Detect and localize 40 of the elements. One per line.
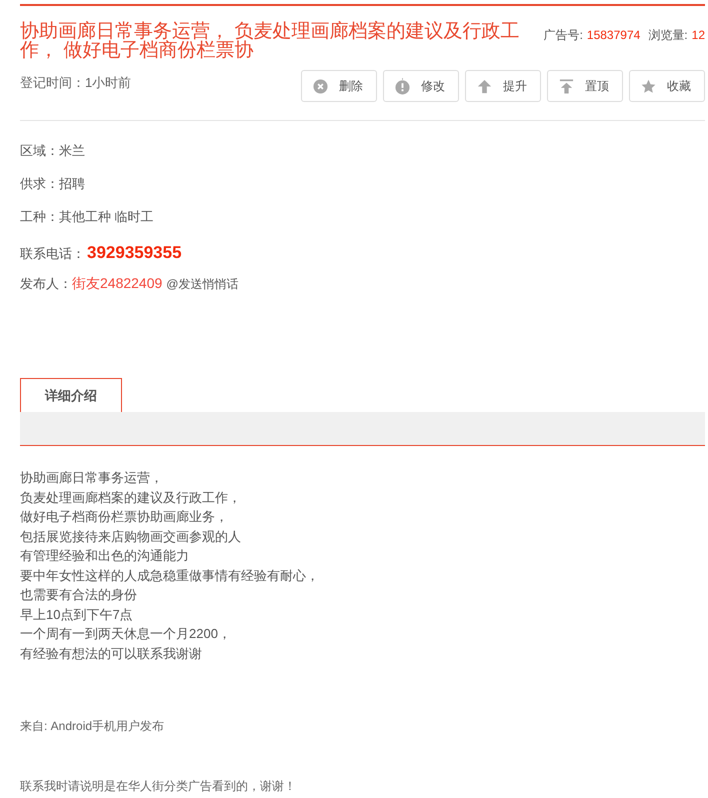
meta-value: 15837974 — [586, 27, 640, 44]
arrow-to-top-icon — [559, 78, 574, 94]
field-label: 供求： — [20, 175, 59, 193]
close-icon — [313, 78, 328, 94]
star-icon — [641, 78, 656, 94]
description-line: 做好电子档商份栏票协助画廊业务， — [20, 508, 229, 526]
action-button[interactable]: 删除 — [301, 70, 377, 102]
posted-time: 登记时间：1小时前 — [20, 74, 132, 92]
description-line: 有管理经验和出色的沟通能力 — [20, 547, 190, 565]
contact-notice: 联系我时请说明是在华人街分类广告看到的，谢谢！ — [20, 778, 297, 795]
description-line: 一个周有一到两天休息一个月2200， — [20, 625, 232, 643]
arrow-up-icon — [477, 78, 492, 94]
description-line: 要中年女性这样的人成急稳重做事情有经验有耐心， — [20, 566, 320, 584]
description-line: 也需要有合法的身份 — [20, 586, 138, 604]
description-line: 包括展览接待来店购物画交画参观的人 — [20, 528, 242, 546]
phone-number: 3929359355 — [87, 242, 182, 264]
description-line: 有经验有想法的可以联系我谢谢 — [20, 644, 203, 662]
field-label: 工种： — [20, 208, 59, 226]
meta-label: 广告号: — [544, 27, 583, 44]
meta-label: 浏览量: — [648, 27, 688, 44]
description-line: 协助画廊日常事务运营， — [20, 469, 164, 487]
meta-value: 12 — [692, 27, 705, 44]
action-button[interactable]: 修改 — [383, 70, 459, 102]
publisher-link[interactable]: 街友24822409 — [72, 273, 162, 294]
post-title: 协助画廊日常事务运营， 负麦处理画廊档案的建议及行政工作， 做好电子档商份栏票协 — [20, 22, 520, 60]
field-value: 其他工种 临时工 — [59, 208, 154, 226]
description-line: 负麦处理画廊档案的建议及行政工作， — [20, 488, 242, 506]
field-label: 发布人： — [20, 275, 72, 293]
source-note: 来自: Android手机用户发布 — [20, 718, 166, 735]
field-value: 招聘 — [59, 175, 85, 193]
action-button[interactable]: 提升 — [465, 70, 541, 102]
action-button[interactable]: 置顶 — [547, 70, 623, 102]
field-value: 米兰 — [59, 142, 85, 160]
field-label: 区域： — [20, 142, 59, 160]
description-line: 早上10点到下午7点 — [20, 606, 134, 624]
tab[interactable]: 详细介绍 — [20, 378, 122, 412]
exclamation-icon — [395, 78, 410, 94]
action-button[interactable]: 收藏 — [629, 70, 705, 102]
message-link[interactable]: @发送悄悄话 — [166, 275, 238, 293]
field-label: 联系电话： — [20, 245, 85, 263]
